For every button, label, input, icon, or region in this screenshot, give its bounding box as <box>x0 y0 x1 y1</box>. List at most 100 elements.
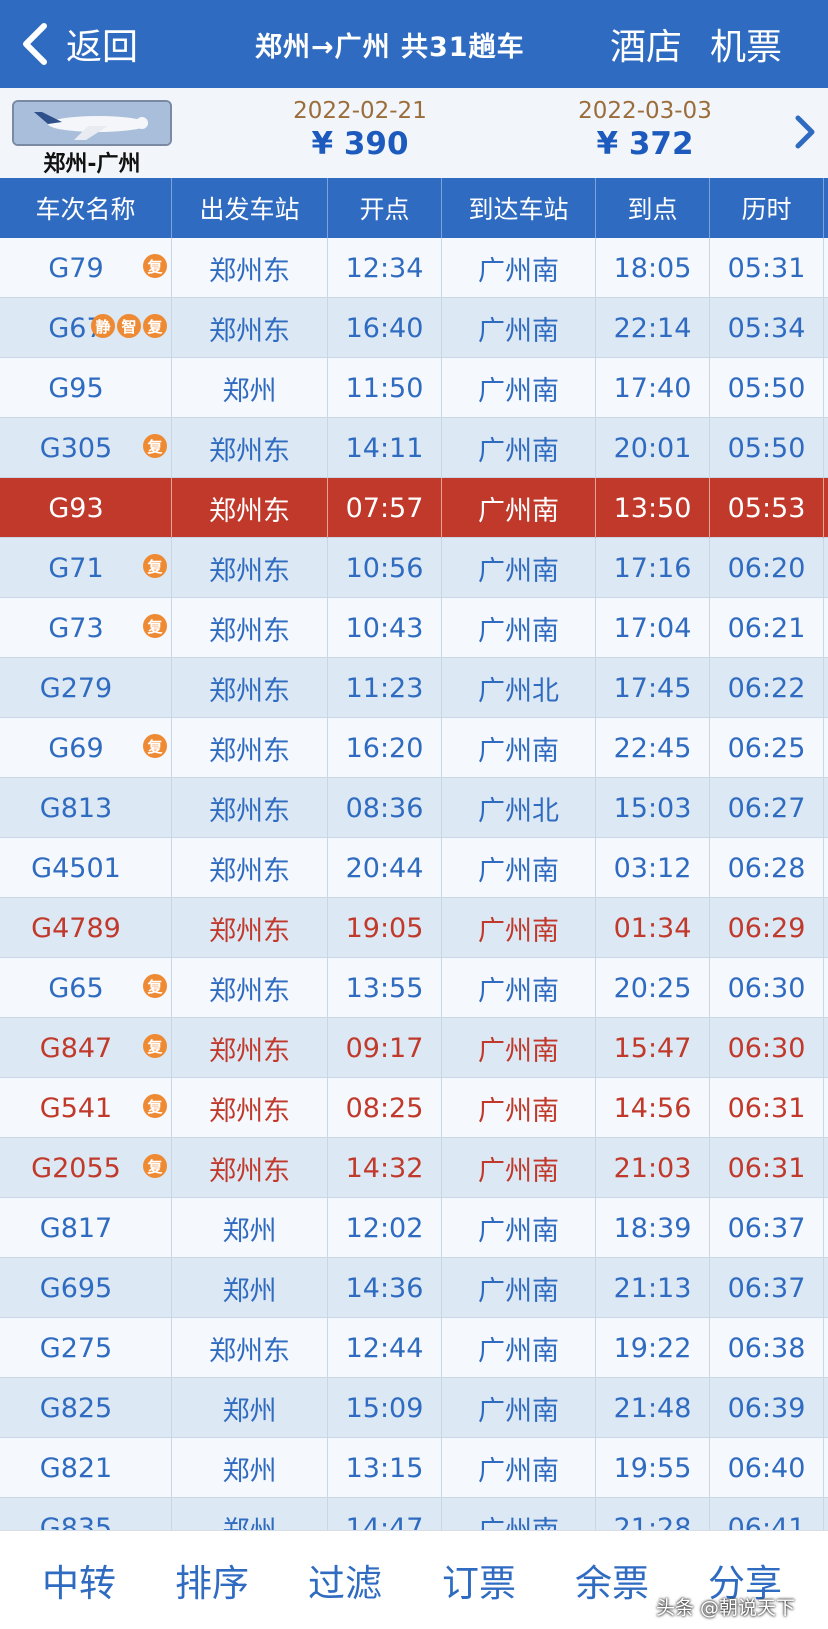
price-item[interactable]: 2022-02-21 ¥ 390 <box>260 98 460 162</box>
table-row[interactable]: G825 郑州 15:09 广州南 21:48 06:39 <box>0 1378 828 1438</box>
train-number: G69 <box>48 732 104 764</box>
table-row[interactable]: G847 复郑州东 09:17 广州南 15:47 06:30 <box>0 1018 828 1078</box>
flight-button[interactable]: 机票 <box>710 14 782 74</box>
bottom-nav: 中转 排序 过滤 订票 余票 分享 头条 @朝说天下 <box>0 1530 828 1629</box>
duration-cell: 06:31 <box>710 1078 824 1138</box>
price-item[interactable]: 2022-03-03 ¥ 372 <box>545 98 745 162</box>
table-row[interactable]: G541 复郑州东 08:25 广州南 14:56 06:31 <box>0 1078 828 1138</box>
train-badges: 复 <box>141 1034 167 1058</box>
duration-cell: 06:30 <box>710 1018 824 1078</box>
table-row[interactable]: G67 静智复郑州东 16:40 广州南 22:14 05:34 <box>0 298 828 358</box>
table-row[interactable]: G695 郑州 14:36 广州南 21:13 06:37 <box>0 1258 828 1318</box>
table-row[interactable]: G69 复郑州东 16:20 广州南 22:45 06:25 <box>0 718 828 778</box>
duration-cell: 05:50 <box>710 418 824 478</box>
feature-badge: 复 <box>143 1034 167 1058</box>
remaining-tickets-button[interactable]: 余票 <box>557 1553 667 1607</box>
departure-time-cell: 10:43 <box>328 598 442 658</box>
departure-station-cell: 郑州东 <box>172 1018 328 1078</box>
column-header[interactable]: 历时 <box>710 178 824 238</box>
table-row[interactable]: G95 郑州 11:50 广州南 17:40 05:50 <box>0 358 828 418</box>
train-badges: 复 <box>141 614 167 638</box>
departure-time-cell: 14:32 <box>328 1138 442 1198</box>
column-header[interactable]: 到达车站 <box>442 178 596 238</box>
arrival-time-cell: 21:48 <box>596 1378 710 1438</box>
departure-time-cell: 11:50 <box>328 358 442 418</box>
train-badges: 复 <box>141 254 167 278</box>
back-button[interactable]: 返回 <box>20 14 138 74</box>
table-row[interactable]: G4789 郑州东 19:05 广州南 01:34 06:29 <box>0 898 828 958</box>
column-header[interactable]: 到点 <box>596 178 710 238</box>
arrival-station-cell: 广州北 <box>442 778 596 838</box>
duration-cell: 06:30 <box>710 958 824 1018</box>
table-row[interactable]: G65 复郑州东 13:55 广州南 20:25 06:30 <box>0 958 828 1018</box>
table-row[interactable]: G817 郑州 12:02 广州南 18:39 06:37 <box>0 1198 828 1258</box>
train-number: G79 <box>48 252 104 284</box>
price-date: 2022-02-21 <box>293 98 427 124</box>
arrival-time-cell: 20:01 <box>596 418 710 478</box>
table-row[interactable]: G73 复郑州东 10:43 广州南 17:04 06:21 <box>0 598 828 658</box>
airplane-image[interactable] <box>12 100 172 146</box>
table-row[interactable]: G305 复郑州东 14:11 广州南 20:01 05:50 <box>0 418 828 478</box>
table-row[interactable]: G93 郑州东 07:57 广州南 13:50 05:53 <box>0 478 828 538</box>
departure-station-cell: 郑州 <box>172 1198 328 1258</box>
table-row[interactable]: G4501 郑州东 20:44 广州南 03:12 06:28 <box>0 838 828 898</box>
arrival-time-cell: 22:45 <box>596 718 710 778</box>
train-number: G4789 <box>31 912 121 944</box>
sort-button[interactable]: 排序 <box>157 1553 267 1607</box>
arrival-station-cell: 广州南 <box>442 298 596 358</box>
departure-time-cell: 13:15 <box>328 1438 442 1498</box>
train-number: G695 <box>39 1272 113 1304</box>
table-row[interactable]: G79 复郑州东 12:34 广州南 18:05 05:31 <box>0 238 828 298</box>
duration-cell: 06:37 <box>710 1258 824 1318</box>
departure-station-cell: 郑州东 <box>172 538 328 598</box>
filter-button[interactable]: 过滤 <box>290 1553 400 1607</box>
train-badges: 复 <box>141 1094 167 1118</box>
column-header[interactable]: 车次名称 <box>0 178 172 238</box>
arrival-time-cell: 20:25 <box>596 958 710 1018</box>
column-header[interactable]: 开点 <box>328 178 442 238</box>
train-number: G817 <box>39 1212 113 1244</box>
train-number: G541 <box>39 1092 113 1124</box>
duration-cell: 05:53 <box>710 478 824 538</box>
train-number: G813 <box>39 792 113 824</box>
table-row[interactable]: G71 复郑州东 10:56 广州南 17:16 06:20 <box>0 538 828 598</box>
duration-cell: 06:21 <box>710 598 824 658</box>
feature-badge: 复 <box>143 254 167 278</box>
column-header[interactable]: 出发车站 <box>172 178 328 238</box>
table-row[interactable]: G821 郑州 13:15 广州南 19:55 06:40 <box>0 1438 828 1498</box>
arrival-time-cell: 17:40 <box>596 358 710 418</box>
table-row[interactable]: G2055 复郑州东 14:32 广州南 21:03 06:31 <box>0 1138 828 1198</box>
train-number-cell: G4501 <box>0 838 172 898</box>
train-number-cell: G279 <box>0 658 172 718</box>
arrival-time-cell: 19:55 <box>596 1438 710 1498</box>
arrival-time-cell: 21:03 <box>596 1138 710 1198</box>
table-row[interactable]: G835 郑州14:47广州南21:2806:41 <box>0 1498 828 1530</box>
departure-station-cell: 郑州东 <box>172 478 328 538</box>
train-number: G305 <box>39 432 113 464</box>
table-row[interactable]: G275 郑州东 12:44 广州南 19:22 06:38 <box>0 1318 828 1378</box>
train-number-cell: G65 复 <box>0 958 172 1018</box>
arrival-station-cell: 广州南 <box>442 1318 596 1378</box>
train-number: G825 <box>39 1392 113 1424</box>
train-number-cell: G95 <box>0 358 172 418</box>
book-ticket-button[interactable]: 订票 <box>424 1553 534 1607</box>
table-row[interactable]: G279 郑州东 11:23 广州北 17:45 06:22 <box>0 658 828 718</box>
hotel-button[interactable]: 酒店 <box>610 14 682 74</box>
departure-time-cell: 13:55 <box>328 958 442 1018</box>
transfer-button[interactable]: 中转 <box>24 1553 134 1607</box>
arrival-station-cell: 广州南 <box>442 358 596 418</box>
arrival-time-cell: 01:34 <box>596 898 710 958</box>
watermark: 头条 @朝说天下 <box>656 1597 796 1619</box>
train-badges: 复 <box>141 734 167 758</box>
train-number-cell: G73 复 <box>0 598 172 658</box>
feature-badge: 智 <box>117 314 141 338</box>
train-number-cell: G67 静智复 <box>0 298 172 358</box>
arrival-time-cell: 15:47 <box>596 1018 710 1078</box>
chevron-right-icon[interactable] <box>790 112 820 152</box>
chevron-left-icon <box>20 20 60 68</box>
arrival-station-cell: 广州南 <box>442 838 596 898</box>
arrival-station-cell: 广州南 <box>442 958 596 1018</box>
departure-station-cell: 郑州东 <box>172 778 328 838</box>
table-row[interactable]: G813 郑州东 08:36 广州北 15:03 06:27 <box>0 778 828 838</box>
train-list[interactable]: G79 复郑州东 12:34 广州南 18:05 05:31 G67 静智复郑州东 16:40 广… <box>0 238 828 1530</box>
